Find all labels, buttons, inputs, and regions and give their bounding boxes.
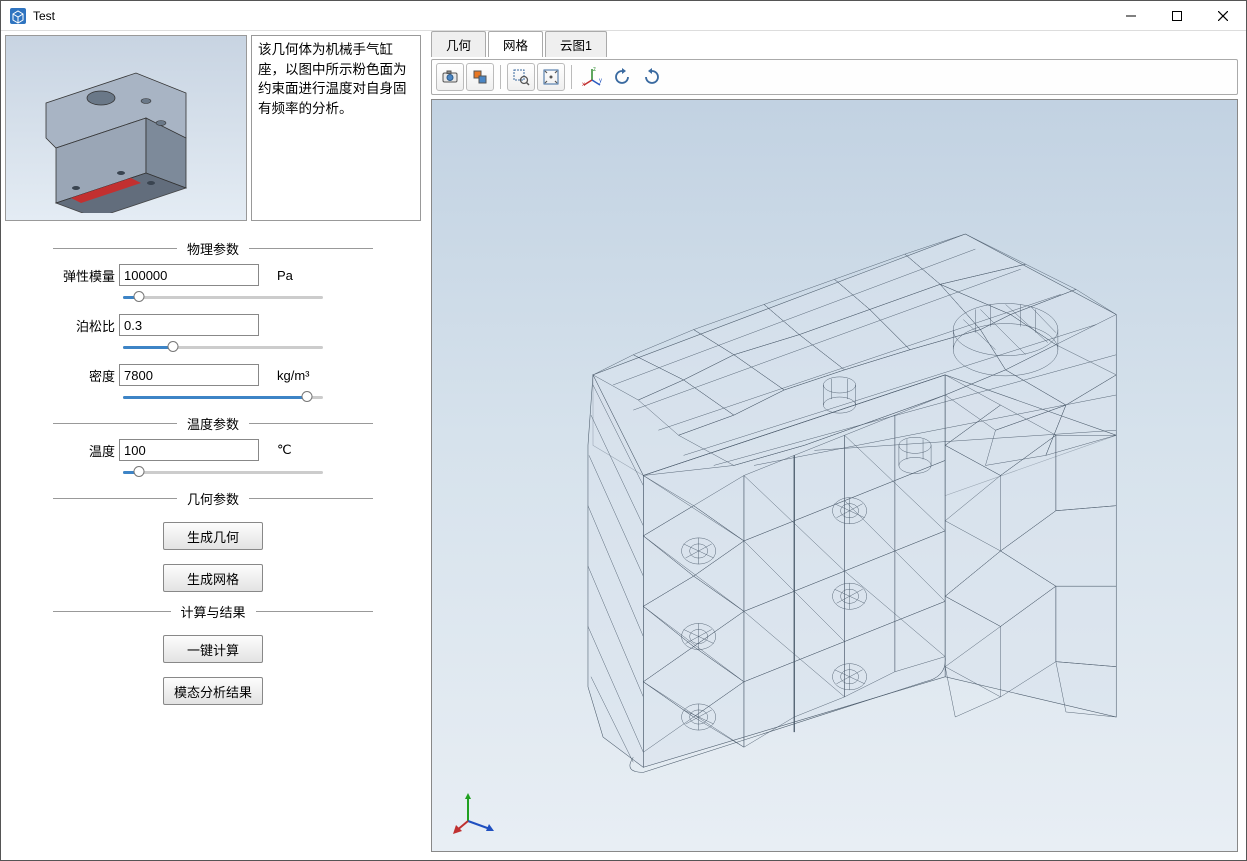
density-slider[interactable]	[123, 390, 323, 404]
viewport-toolbar: z x y	[431, 59, 1238, 95]
axis-triad-icon	[452, 789, 498, 835]
density-unit: kg/m³	[277, 368, 310, 383]
elastic-slider[interactable]	[123, 290, 323, 304]
print-layout-icon[interactable]	[466, 63, 494, 91]
rotate-ccw-icon[interactable]	[608, 63, 636, 91]
group-temperature: 温度参数	[187, 414, 239, 433]
camera-icon[interactable]	[436, 63, 464, 91]
tab-bar: 几何 网格 云图1	[425, 33, 1244, 57]
tab-geometry[interactable]: 几何	[431, 31, 486, 57]
close-button[interactable]	[1200, 1, 1246, 31]
zoom-box-icon[interactable]	[507, 63, 535, 91]
compute-button[interactable]: 一键计算	[163, 635, 263, 663]
density-label: 密度	[53, 366, 119, 385]
svg-text:z: z	[593, 67, 596, 73]
density-input[interactable]	[119, 364, 259, 386]
generate-geometry-button[interactable]: 生成几何	[163, 522, 263, 550]
group-geometry: 几何参数	[187, 489, 239, 508]
tab-mesh[interactable]: 网格	[488, 31, 543, 57]
svg-text:x: x	[582, 82, 585, 88]
rotate-cw-icon[interactable]	[638, 63, 666, 91]
temp-input[interactable]	[119, 439, 259, 461]
elastic-label: 弹性模量	[53, 266, 119, 285]
window-title: Test	[33, 9, 1108, 23]
temp-unit: ℃	[277, 442, 292, 458]
mesh-viewport[interactable]	[431, 99, 1238, 852]
modal-results-button[interactable]: 模态分析结果	[163, 677, 263, 705]
titlebar: Test	[1, 1, 1246, 31]
tab-contour[interactable]: 云图1	[545, 31, 607, 57]
xyz-axis-icon[interactable]: z x y	[578, 63, 606, 91]
description-text: 该几何体为机械手气缸座，以图中所示粉色面为约束面进行温度对自身固有频率的分析。	[251, 35, 421, 221]
app-icon	[9, 7, 27, 25]
temp-slider[interactable]	[123, 465, 323, 479]
group-physics: 物理参数	[187, 239, 239, 258]
elastic-input[interactable]	[119, 264, 259, 286]
right-panel: 几何 网格 云图1 z x y	[425, 33, 1244, 858]
elastic-unit: Pa	[277, 268, 293, 283]
poisson-slider[interactable]	[123, 340, 323, 354]
generate-mesh-button[interactable]: 生成网格	[163, 564, 263, 592]
maximize-button[interactable]	[1154, 1, 1200, 31]
minimize-button[interactable]	[1108, 1, 1154, 31]
group-compute: 计算与结果	[181, 602, 246, 621]
poisson-input[interactable]	[119, 314, 259, 336]
svg-text:y: y	[599, 78, 602, 84]
temp-label: 温度	[53, 441, 119, 460]
zoom-extents-icon[interactable]	[537, 63, 565, 91]
poisson-label: 泊松比	[53, 316, 119, 335]
left-panel: 该几何体为机械手气缸座，以图中所示粉色面为约束面进行温度对自身固有频率的分析。 …	[3, 33, 423, 858]
geometry-thumbnail	[5, 35, 247, 221]
